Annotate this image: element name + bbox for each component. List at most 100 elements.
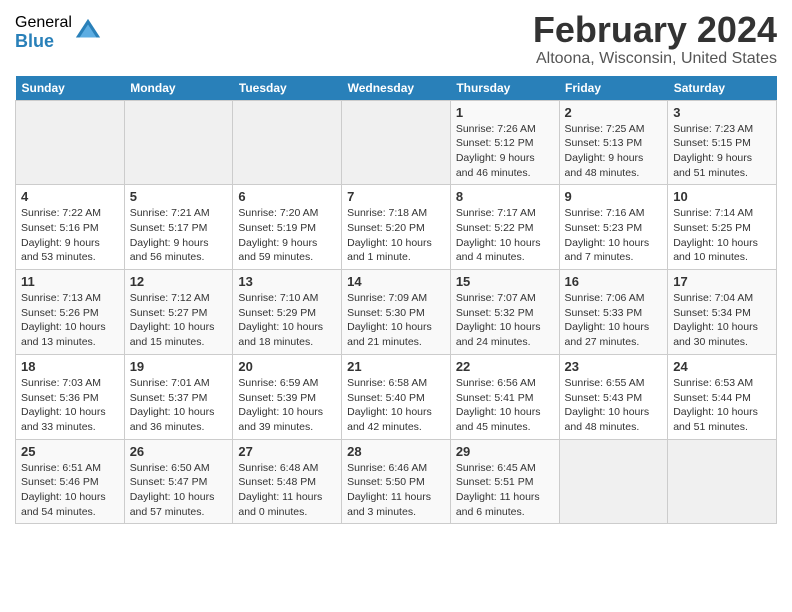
calendar-cell xyxy=(559,439,668,524)
title-area: February 2024 Altoona, Wisconsin, United… xyxy=(533,10,777,68)
day-number: 13 xyxy=(238,274,336,289)
calendar-cell xyxy=(668,439,777,524)
calendar-cell: 1 Sunrise: 7:26 AM Sunset: 5:12 PM Daylig… xyxy=(450,100,559,185)
calendar-cell: 8Sunrise: 7:17 AM Sunset: 5:22 PM Daylig… xyxy=(450,185,559,270)
calendar-cell: 15 Sunrise: 7:07 AM Sunset: 5:32 PM Dayli… xyxy=(450,270,559,355)
calendar-cell xyxy=(342,100,451,185)
day-info: Sunrise: 7:22 AM Sunset: 5:16 PM Dayligh… xyxy=(21,206,119,265)
calendar-table: SundayMondayTuesdayWednesdayThursdayFrid… xyxy=(15,76,777,525)
day-info: Sunrise: 6:50 AM Sunset: 5:47 PM Dayligh… xyxy=(130,461,228,520)
day-info: Sunrise: 6:46 AM Sunset: 5:50 PM Dayligh… xyxy=(347,461,445,520)
day-number: 18 xyxy=(21,359,119,374)
logo-general: General xyxy=(15,14,72,32)
day-info: Sunrise: 6:58 AM Sunset: 5:40 PM Dayligh… xyxy=(347,376,445,435)
day-number: 11 xyxy=(21,274,119,289)
day-number: 27 xyxy=(238,444,336,459)
calendar-week-row: 11 Sunrise: 7:13 AM Sunset: 5:26 PM Dayli… xyxy=(16,270,777,355)
day-info: Sunrise: 7:26 AM Sunset: 5:12 PM Dayligh… xyxy=(456,122,554,181)
day-number: 28 xyxy=(347,444,445,459)
day-number: 19 xyxy=(130,359,228,374)
day-number: 6 xyxy=(238,189,336,204)
calendar-cell xyxy=(16,100,125,185)
day-info: Sunrise: 7:25 AM Sunset: 5:13 PM Dayligh… xyxy=(565,122,663,181)
day-number: 3 xyxy=(673,105,771,120)
logo-blue: Blue xyxy=(15,32,72,52)
calendar-cell: 13 Sunrise: 7:10 AM Sunset: 5:29 PM Dayli… xyxy=(233,270,342,355)
day-number: 23 xyxy=(565,359,663,374)
calendar-cell: 11 Sunrise: 7:13 AM Sunset: 5:26 PM Dayli… xyxy=(16,270,125,355)
calendar-cell: 21 Sunrise: 6:58 AM Sunset: 5:40 PM Dayli… xyxy=(342,354,451,439)
calendar-cell: 4 Sunrise: 7:22 AM Sunset: 5:16 PM Daylig… xyxy=(16,185,125,270)
weekday-header: Tuesday xyxy=(233,76,342,101)
day-number: 7 xyxy=(347,189,445,204)
day-number: 1 xyxy=(456,105,554,120)
day-info: Sunrise: 7:12 AM Sunset: 5:27 PM Dayligh… xyxy=(130,291,228,350)
calendar-cell: 23Sunrise: 6:55 AM Sunset: 5:43 PM Dayli… xyxy=(559,354,668,439)
day-info: Sunrise: 6:45 AM Sunset: 5:51 PM Dayligh… xyxy=(456,461,554,520)
calendar-cell: 3Sunrise: 7:23 AM Sunset: 5:15 PM Daylig… xyxy=(668,100,777,185)
day-info: Sunrise: 7:01 AM Sunset: 5:37 PM Dayligh… xyxy=(130,376,228,435)
calendar-cell: 12 Sunrise: 7:12 AM Sunset: 5:27 PM Dayli… xyxy=(124,270,233,355)
logo-icon xyxy=(74,17,102,45)
day-number: 2 xyxy=(565,105,663,120)
day-number: 17 xyxy=(673,274,771,289)
calendar-cell: 22 Sunrise: 6:56 AM Sunset: 5:41 PM Dayli… xyxy=(450,354,559,439)
day-info: Sunrise: 7:14 AM Sunset: 5:25 PM Dayligh… xyxy=(673,206,771,265)
day-info: Sunrise: 7:13 AM Sunset: 5:26 PM Dayligh… xyxy=(21,291,119,350)
day-info: Sunrise: 7:07 AM Sunset: 5:32 PM Dayligh… xyxy=(456,291,554,350)
calendar-cell: 9 Sunrise: 7:16 AM Sunset: 5:23 PM Daylig… xyxy=(559,185,668,270)
day-number: 9 xyxy=(565,189,663,204)
calendar-cell: 16Sunrise: 7:06 AM Sunset: 5:33 PM Dayli… xyxy=(559,270,668,355)
day-info: Sunrise: 7:10 AM Sunset: 5:29 PM Dayligh… xyxy=(238,291,336,350)
calendar-week-row: 18 Sunrise: 7:03 AM Sunset: 5:36 PM Dayli… xyxy=(16,354,777,439)
calendar-cell: 17 Sunrise: 7:04 AM Sunset: 5:34 PM Dayli… xyxy=(668,270,777,355)
day-number: 20 xyxy=(238,359,336,374)
day-number: 5 xyxy=(130,189,228,204)
day-number: 21 xyxy=(347,359,445,374)
weekday-header: Saturday xyxy=(668,76,777,101)
day-info: Sunrise: 6:59 AM Sunset: 5:39 PM Dayligh… xyxy=(238,376,336,435)
day-info: Sunrise: 6:56 AM Sunset: 5:41 PM Dayligh… xyxy=(456,376,554,435)
day-info: Sunrise: 7:09 AM Sunset: 5:30 PM Dayligh… xyxy=(347,291,445,350)
day-number: 15 xyxy=(456,274,554,289)
calendar-cell: 18 Sunrise: 7:03 AM Sunset: 5:36 PM Dayli… xyxy=(16,354,125,439)
calendar-cell: 25 Sunrise: 6:51 AM Sunset: 5:46 PM Dayli… xyxy=(16,439,125,524)
day-info: Sunrise: 7:04 AM Sunset: 5:34 PM Dayligh… xyxy=(673,291,771,350)
day-number: 25 xyxy=(21,444,119,459)
logo: General Blue xyxy=(15,14,102,51)
calendar-cell: 26 Sunrise: 6:50 AM Sunset: 5:47 PM Dayli… xyxy=(124,439,233,524)
calendar-cell: 28 Sunrise: 6:46 AM Sunset: 5:50 PM Dayli… xyxy=(342,439,451,524)
day-info: Sunrise: 7:03 AM Sunset: 5:36 PM Dayligh… xyxy=(21,376,119,435)
calendar-cell: 10Sunrise: 7:14 AM Sunset: 5:25 PM Dayli… xyxy=(668,185,777,270)
calendar-week-row: 25 Sunrise: 6:51 AM Sunset: 5:46 PM Dayli… xyxy=(16,439,777,524)
weekday-header: Monday xyxy=(124,76,233,101)
calendar-cell: 27 Sunrise: 6:48 AM Sunset: 5:48 PM Dayli… xyxy=(233,439,342,524)
day-info: Sunrise: 7:18 AM Sunset: 5:20 PM Dayligh… xyxy=(347,206,445,265)
calendar-cell xyxy=(233,100,342,185)
logo-text: General Blue xyxy=(15,14,72,51)
calendar-week-row: 4 Sunrise: 7:22 AM Sunset: 5:16 PM Daylig… xyxy=(16,185,777,270)
calendar-cell: 5 Sunrise: 7:21 AM Sunset: 5:17 PM Daylig… xyxy=(124,185,233,270)
day-info: Sunrise: 7:21 AM Sunset: 5:17 PM Dayligh… xyxy=(130,206,228,265)
day-info: Sunrise: 7:20 AM Sunset: 5:19 PM Dayligh… xyxy=(238,206,336,265)
weekday-header: Thursday xyxy=(450,76,559,101)
day-info: Sunrise: 6:53 AM Sunset: 5:44 PM Dayligh… xyxy=(673,376,771,435)
calendar-cell: 14 Sunrise: 7:09 AM Sunset: 5:30 PM Dayli… xyxy=(342,270,451,355)
day-number: 22 xyxy=(456,359,554,374)
weekday-header: Wednesday xyxy=(342,76,451,101)
day-number: 4 xyxy=(21,189,119,204)
day-number: 12 xyxy=(130,274,228,289)
weekday-header: Sunday xyxy=(16,76,125,101)
day-info: Sunrise: 6:51 AM Sunset: 5:46 PM Dayligh… xyxy=(21,461,119,520)
day-number: 26 xyxy=(130,444,228,459)
header-area: General Blue February 2024 Altoona, Wisc… xyxy=(15,10,777,68)
month-title: February 2024 xyxy=(533,10,777,50)
day-info: Sunrise: 6:48 AM Sunset: 5:48 PM Dayligh… xyxy=(238,461,336,520)
calendar-cell xyxy=(124,100,233,185)
day-number: 16 xyxy=(565,274,663,289)
calendar-cell: 7 Sunrise: 7:18 AM Sunset: 5:20 PM Daylig… xyxy=(342,185,451,270)
day-number: 14 xyxy=(347,274,445,289)
location-title: Altoona, Wisconsin, United States xyxy=(533,50,777,68)
calendar-cell: 19 Sunrise: 7:01 AM Sunset: 5:37 PM Dayli… xyxy=(124,354,233,439)
day-info: Sunrise: 7:16 AM Sunset: 5:23 PM Dayligh… xyxy=(565,206,663,265)
